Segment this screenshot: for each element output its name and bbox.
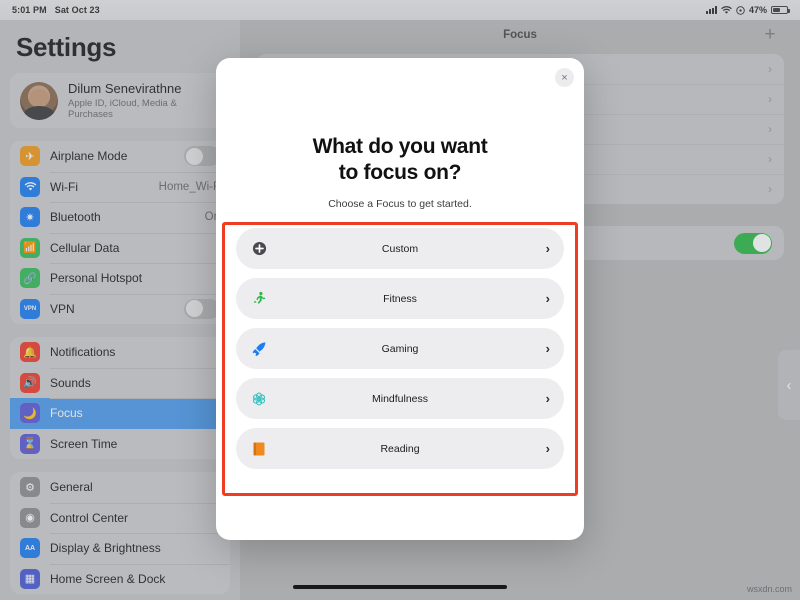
focus-option-mindfulness[interactable]: Mindfulness › [236, 378, 564, 420]
modal-title-line-2: to focus on? [338, 161, 462, 185]
modal-title: What do you want to focus on? [216, 134, 584, 186]
battery-percent: 47% [748, 5, 767, 15]
home-indicator[interactable] [293, 585, 507, 589]
status-time: 5:01 PM [12, 5, 47, 15]
focus-option-label: Reading [380, 442, 420, 455]
status-date: Sat Oct 23 [54, 5, 100, 15]
status-bar: 5:01 PM Sat Oct 23 47% [0, 0, 800, 20]
battery-icon [771, 6, 790, 14]
close-icon[interactable]: × [555, 68, 574, 87]
focus-option-gaming[interactable]: Gaming › [236, 328, 564, 370]
focus-option-fitness[interactable]: Fitness › [236, 278, 564, 320]
focus-options-list[interactable]: Custom › Fitness › Gaming › Mindfulness … [216, 228, 584, 470]
focus-option-custom[interactable]: Custom › [236, 228, 564, 270]
orientation-lock-icon [736, 5, 745, 15]
focus-option-reading[interactable]: Reading › [236, 428, 564, 470]
status-bar-right: 47% [705, 5, 790, 15]
focus-picker-modal: × What do you want to focus on? Choose a… [216, 58, 584, 540]
modal-title-line-1: What do you want [312, 135, 488, 158]
wifi-icon [721, 5, 732, 14]
focus-option-label: Custom [381, 242, 419, 255]
status-bar-left: 5:01 PM Sat Oct 23 [12, 5, 100, 15]
watermark: wsxdn.com [746, 584, 792, 594]
focus-option-label: Fitness [383, 292, 417, 305]
focus-option-label: Mindfulness [371, 392, 429, 405]
focus-option-label: Gaming [381, 342, 419, 355]
modal-subtitle: Choose a Focus to get started. [328, 198, 472, 211]
cellular-signal-icon [705, 6, 717, 14]
